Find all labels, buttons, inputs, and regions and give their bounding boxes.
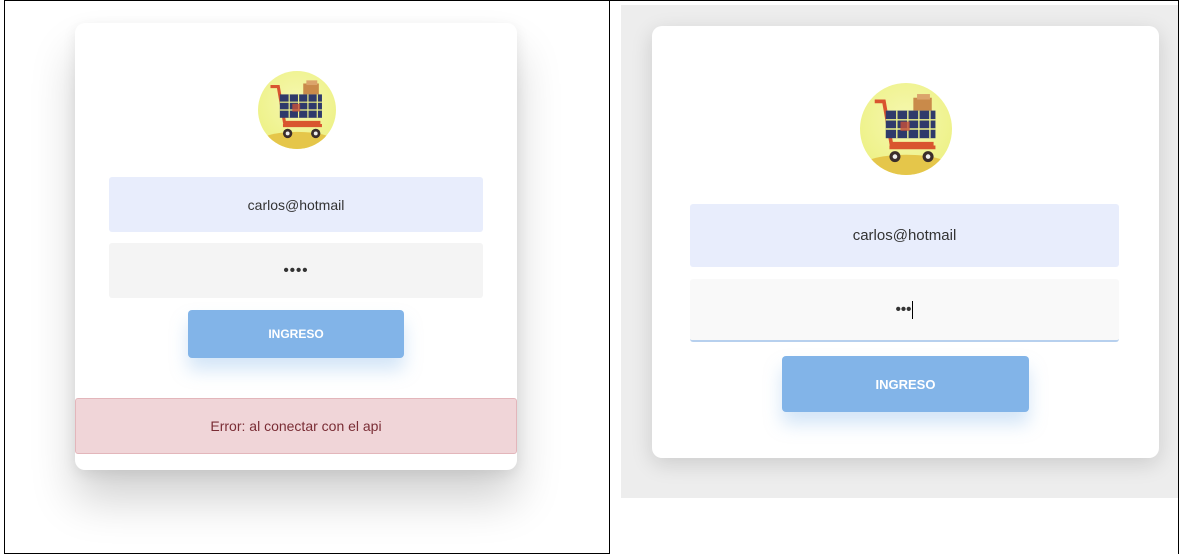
email-field[interactable]: carlos@hotmail bbox=[109, 177, 483, 232]
password-field[interactable]: ••• bbox=[690, 279, 1119, 342]
text-caret bbox=[912, 300, 914, 319]
error-alert: Error: al conectar con el api bbox=[75, 398, 517, 454]
shopping-cart-icon bbox=[258, 71, 336, 149]
login-screenshot-error: carlos@hotmail •••• INGRESO Error: al co… bbox=[10, 5, 604, 553]
email-field[interactable]: carlos@hotmail bbox=[690, 204, 1119, 267]
password-mask: ••• bbox=[895, 301, 912, 318]
password-field[interactable]: •••• bbox=[109, 243, 483, 298]
comparison-frame: carlos@hotmail •••• INGRESO Error: al co… bbox=[0, 0, 1179, 554]
login-card: carlos@hotmail ••• INGRESO bbox=[652, 26, 1159, 458]
login-card: carlos@hotmail •••• INGRESO Error: al co… bbox=[75, 23, 517, 470]
login-button[interactable]: INGRESO bbox=[782, 356, 1029, 412]
login-screenshot-typing: carlos@hotmail ••• INGRESO bbox=[621, 5, 1178, 498]
shopping-cart-icon bbox=[860, 83, 952, 175]
login-button[interactable]: INGRESO bbox=[188, 310, 404, 358]
